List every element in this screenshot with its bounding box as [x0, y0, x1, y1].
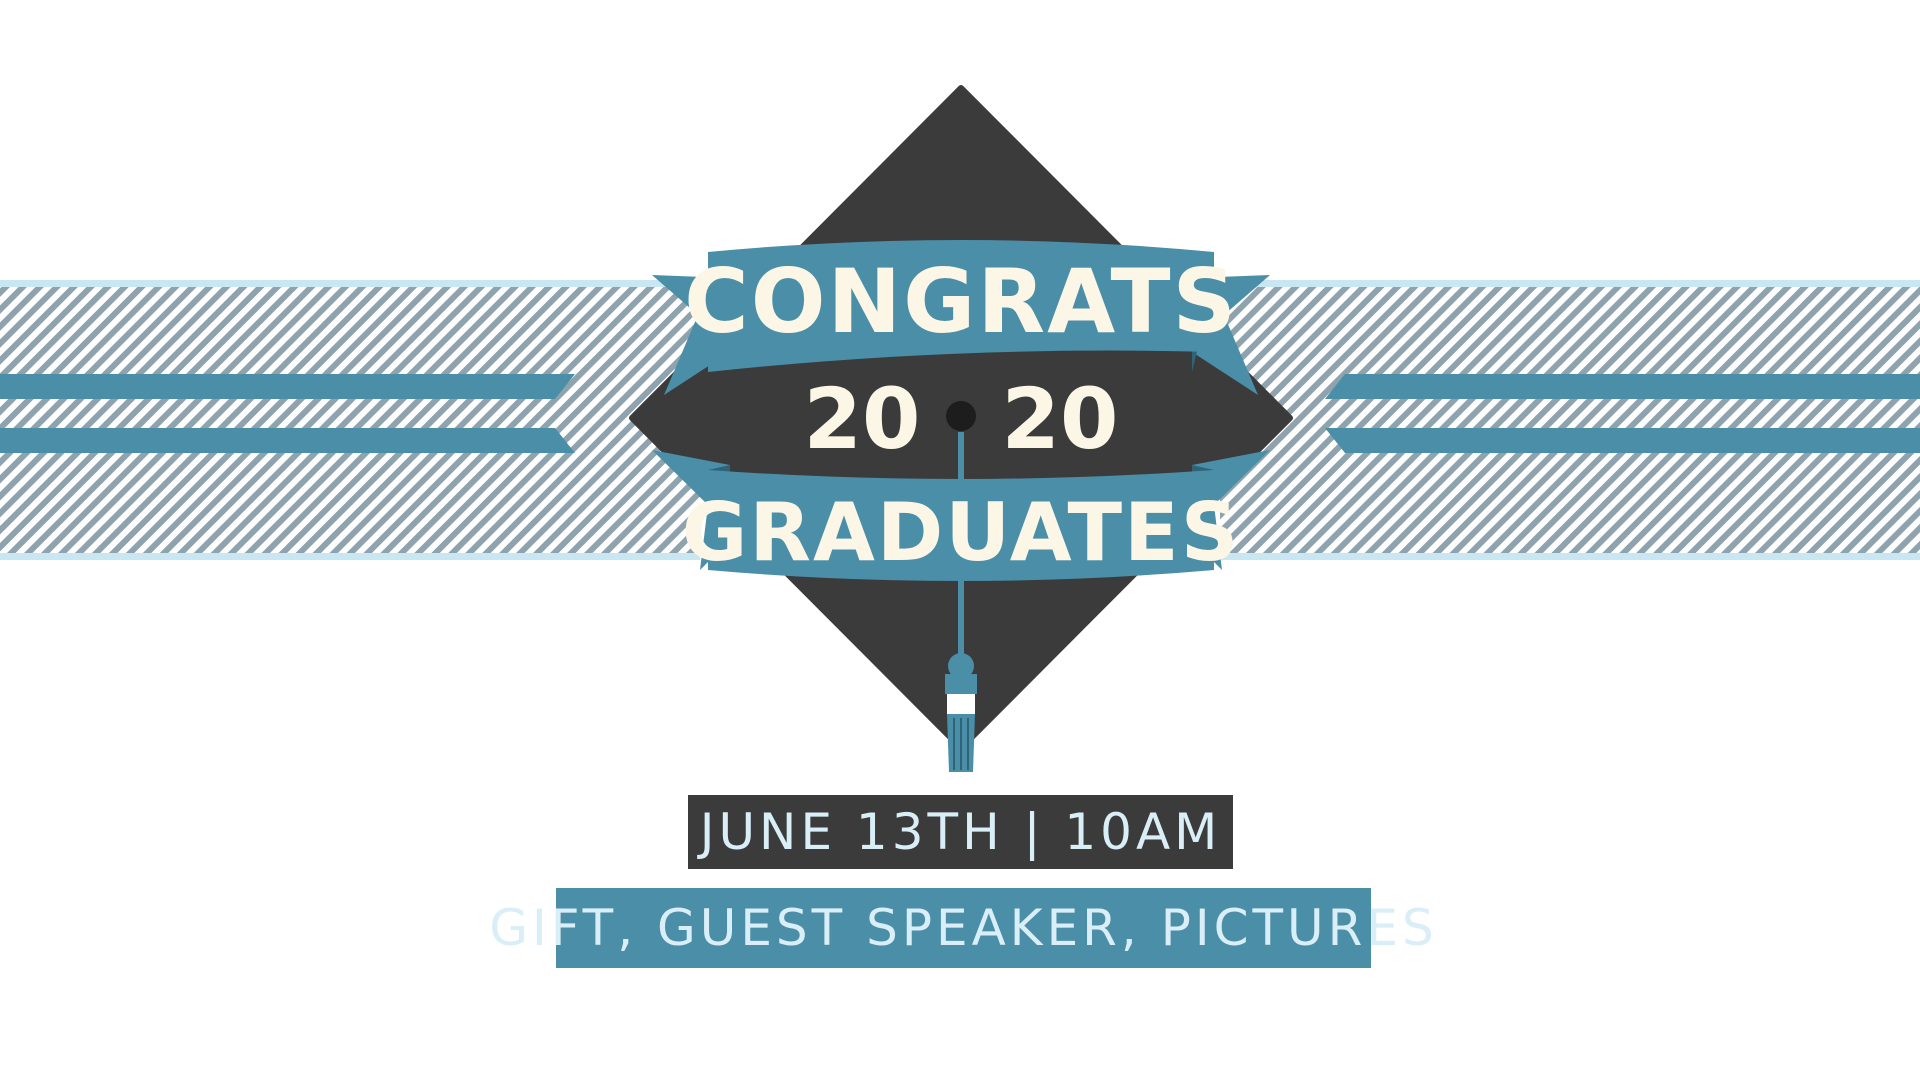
left-striped-band [0, 280, 700, 560]
event-activities: GIFT, GUEST SPEAKER, PICTURES [489, 888, 1434, 968]
right-stripe-upper [1325, 374, 1920, 399]
year-right-text: 20 [1002, 370, 1119, 468]
left-stripe-upper [0, 374, 575, 399]
year-left-text: 20 [804, 370, 921, 468]
event-date-time: JUNE 13TH | 10AM [688, 795, 1233, 869]
left-stripe-lower [0, 428, 575, 453]
right-striped-band [1220, 280, 1920, 560]
right-stripe-lower [1325, 428, 1920, 453]
cap-button-icon [946, 401, 976, 431]
congrats-text: CONGRATS [684, 250, 1238, 353]
graduates-text: GRADUATES [682, 486, 1241, 579]
graduation-slide: CONGRATS 20 20 GRADUATES JUNE 13TH | 10A… [0, 0, 1920, 1080]
